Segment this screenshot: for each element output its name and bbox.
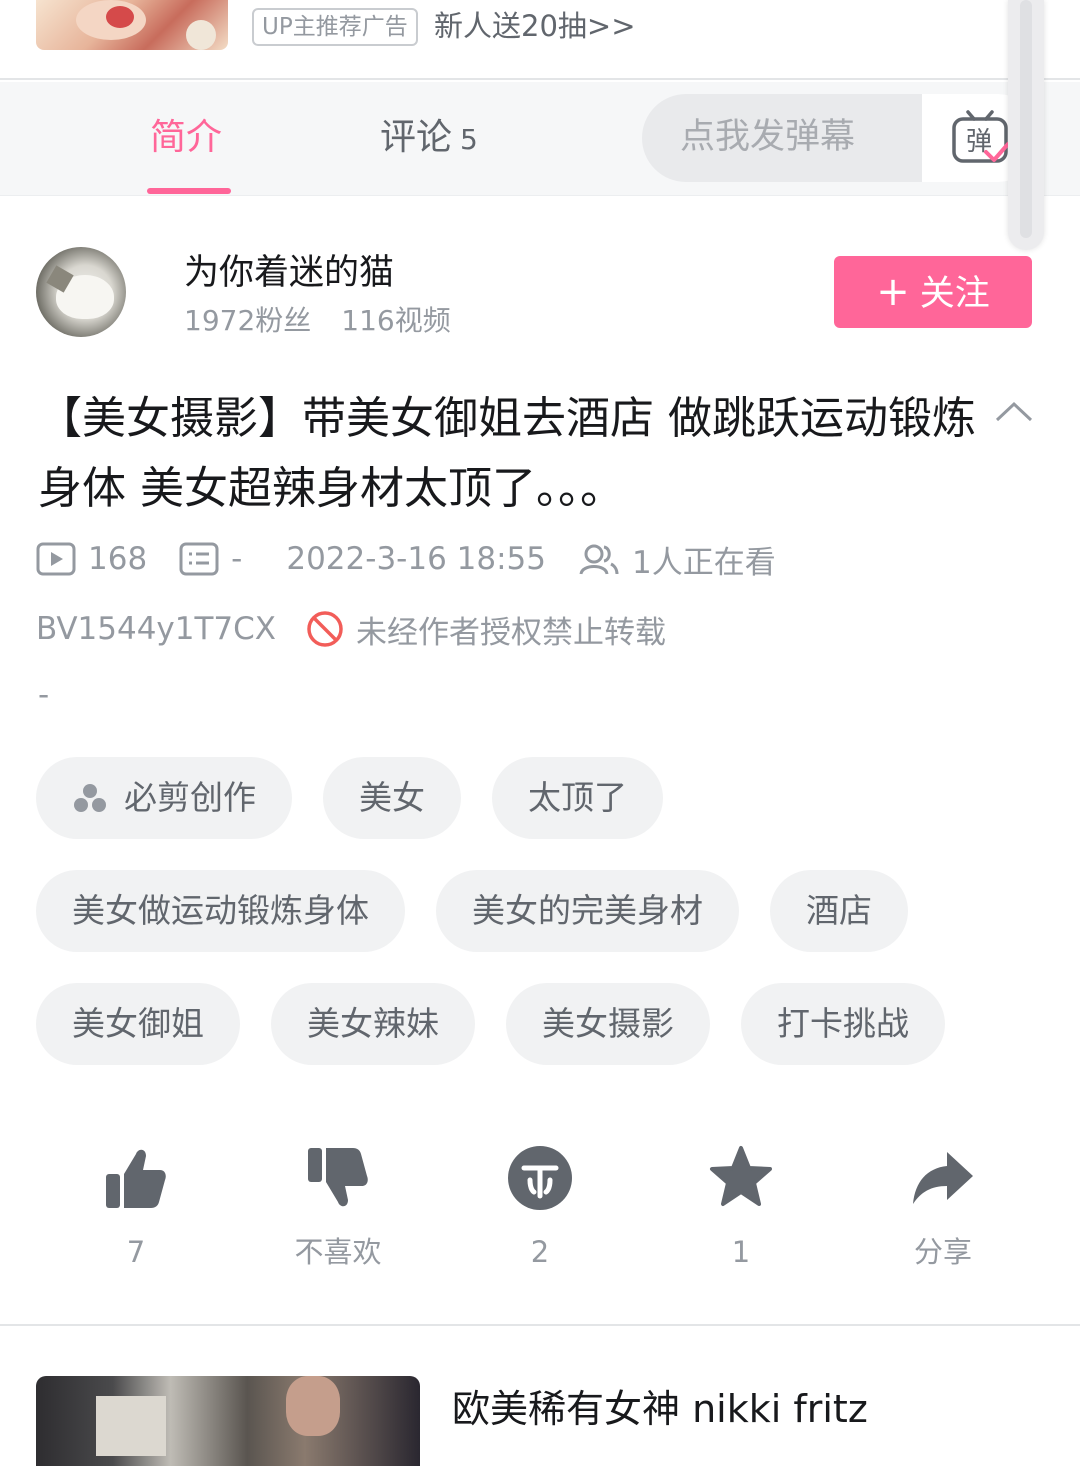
tag-label: 必剪创作 xyxy=(124,778,256,817)
recommended-video-thumbnail[interactable] xyxy=(36,1376,420,1466)
thumbs-up-icon xyxy=(106,1149,166,1208)
plus-icon: + xyxy=(876,269,910,315)
viewers-icon xyxy=(579,544,619,575)
share-label: 分享 xyxy=(913,1235,972,1269)
danmaku-tv-icon: 弹 xyxy=(952,110,1010,163)
ad-badge: UP主推荐广告 xyxy=(252,8,418,46)
coin-icon xyxy=(508,1146,572,1210)
comment-count: 5 xyxy=(460,123,478,156)
uploader-stats: 1972粉丝 116视频 xyxy=(184,300,451,342)
bijian-icon xyxy=(74,784,106,812)
copyright-notice: 未经作者授权禁止转载 xyxy=(356,614,667,651)
tag-item[interactable]: 美女做运动锻炼身体 xyxy=(36,870,405,952)
ad-thumbnail[interactable] xyxy=(36,0,228,50)
coin-count: 2 xyxy=(530,1235,550,1269)
section-divider xyxy=(0,1324,1080,1326)
forbid-icon xyxy=(307,611,343,647)
publish-date: 2022-3-16 18:55 xyxy=(286,541,546,577)
favorite-button[interactable]: 1 xyxy=(661,1142,821,1272)
share-button[interactable]: 分享 xyxy=(863,1142,1023,1272)
play-count-icon xyxy=(36,542,76,576)
tab-bar: 简介 评论 5 点我发弹幕 弹 xyxy=(0,82,1080,196)
recommended-video-title[interactable]: 欧美稀有女神 nikki fritz xyxy=(452,1384,868,1434)
favorite-count: 1 xyxy=(731,1235,751,1269)
tag-item[interactable]: 美女辣妹 xyxy=(271,983,475,1065)
scrollbar[interactable] xyxy=(1008,0,1044,250)
tag-item[interactable]: 美女御姐 xyxy=(36,983,240,1065)
watching-count: 1人正在看 xyxy=(631,544,776,581)
tag-item[interactable]: 酒店 xyxy=(770,870,908,952)
danmaku-count-icon xyxy=(179,542,219,576)
tag-row: 美女做运动锻炼身体 美女的完美身材 酒店 xyxy=(36,870,1046,952)
tab-intro[interactable]: 简介 xyxy=(150,112,222,164)
tag-item[interactable]: 太顶了 xyxy=(492,757,663,839)
like-count: 7 xyxy=(126,1235,146,1269)
uploader-avatar[interactable] xyxy=(36,247,126,337)
like-button[interactable]: 7 xyxy=(56,1142,216,1272)
tag-row: 美女御姐 美女辣妹 美女摄影 打卡挑战 xyxy=(36,983,1046,1065)
coin-button[interactable]: 2 xyxy=(460,1142,620,1272)
dislike-label: 不喜欢 xyxy=(294,1235,382,1269)
share-arrow-icon xyxy=(913,1152,973,1204)
chevron-up-icon[interactable] xyxy=(994,396,1034,426)
tab-active-indicator xyxy=(147,188,231,194)
follow-label: 关注 xyxy=(919,274,990,314)
tag-item[interactable]: 美女摄影 xyxy=(506,983,710,1065)
tag-row: 必剪创作 美女 太顶了 xyxy=(36,757,1046,839)
follow-button[interactable]: + 关注 xyxy=(834,256,1032,328)
video-description: - xyxy=(38,677,50,713)
danmaku-bar: 点我发弹幕 弹 xyxy=(642,94,1042,182)
video-title: 【美女摄影】带美女御姐去酒店 做跳跃运动锻炼身体 美女超辣身材太顶了。。。 xyxy=(38,393,976,514)
dislike-button[interactable]: 不喜欢 xyxy=(258,1142,418,1272)
tag-item[interactable]: 美女 xyxy=(323,757,461,839)
star-icon xyxy=(710,1146,772,1206)
thumbs-down-icon xyxy=(308,1148,368,1207)
tag-list: 必剪创作 美女 太顶了 美女做运动锻炼身体 美女的完美身材 酒店 美女御姐 美女… xyxy=(36,757,1046,1096)
fans-count: 1972粉丝 xyxy=(184,304,312,337)
tag-item[interactable]: 打卡挑战 xyxy=(741,983,945,1065)
tab-comments[interactable]: 评论 5 xyxy=(380,112,478,166)
tag-bijian[interactable]: 必剪创作 xyxy=(36,757,292,839)
ad-link-text[interactable]: 新人送20抽>> xyxy=(434,6,636,46)
bvid: BV1544y1T7CX xyxy=(36,611,277,647)
video-id-row: BV1544y1T7CX 未经作者授权禁止转载 xyxy=(36,606,666,652)
tab-comments-label: 评论 xyxy=(380,117,453,158)
ad-strip[interactable]: UP主推荐广告 新人送20抽>> xyxy=(0,0,1080,80)
video-stats-row: 168 - 2022-3-16 18:55 1人正在看 xyxy=(36,536,776,582)
danmaku-input[interactable]: 点我发弹幕 xyxy=(680,112,855,162)
tag-item[interactable]: 美女的完美身材 xyxy=(436,870,739,952)
video-count: 116视频 xyxy=(341,304,451,337)
danmaku-count: - xyxy=(231,541,243,577)
uploader-name[interactable]: 为你着迷的猫 xyxy=(184,248,394,298)
play-count: 168 xyxy=(88,541,148,577)
